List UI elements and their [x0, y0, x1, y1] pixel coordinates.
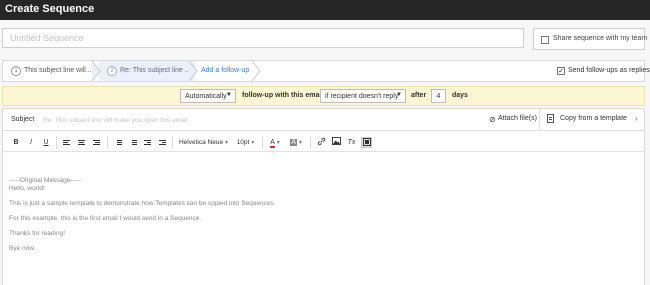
- align-center-icon: [78, 140, 85, 146]
- followup-condition-select[interactable]: if recipient doesn't reply ▼: [320, 89, 406, 103]
- font-size-value: 10pt: [236, 139, 250, 146]
- outdent-icon: [144, 140, 151, 146]
- copy-from-template-button[interactable]: Copy from a template ›: [539, 109, 644, 130]
- document-icon: [547, 114, 554, 123]
- body-line: Thanks for reading!: [9, 230, 66, 237]
- align-right-button[interactable]: [91, 137, 102, 148]
- numbered-list-icon: [114, 140, 122, 146]
- body-line: For this example, this is the first emai…: [9, 215, 202, 222]
- highlight-icon: A: [290, 139, 297, 146]
- align-right-icon: [93, 140, 100, 146]
- top-bar: Create Sequence: [0, 0, 650, 20]
- window-title: Create Sequence: [5, 3, 95, 15]
- send-as-replies-label: Send follow-ups as replies: [568, 67, 650, 74]
- align-left-icon: [63, 140, 70, 146]
- insert-image-button[interactable]: [331, 137, 342, 148]
- font-family-value: Helvetica Neue: [178, 139, 224, 146]
- indent-button[interactable]: [157, 137, 168, 148]
- font-family-select[interactable]: Helvetica Neue▼: [178, 137, 230, 148]
- clear-formatting-button[interactable]: Tx: [346, 137, 357, 148]
- copy-from-template-label: Copy from a template: [560, 115, 627, 122]
- send-as-replies-checkbox[interactable]: ✓: [557, 67, 565, 75]
- source-code-icon: [362, 138, 371, 146]
- toolbar-divider: [172, 136, 173, 149]
- step-2-tab[interactable]: 2 Re: This subject line ...: [99, 61, 195, 81]
- bulleted-list-button[interactable]: [127, 137, 138, 148]
- sequence-steps-bar: 1 This subject line will... 2 Re: This s…: [2, 60, 650, 82]
- toolbar-divider: [310, 136, 311, 149]
- numbered-list-button[interactable]: [112, 137, 123, 148]
- step-divider-icon: [92, 61, 101, 81]
- attach-files-label: Attach file(s): [498, 115, 537, 122]
- font-size-select[interactable]: 10pt▼: [235, 137, 257, 148]
- clear-formatting-icon: Tx: [347, 139, 356, 146]
- text-color-icon: A: [270, 139, 275, 148]
- step-number: 1: [11, 66, 21, 76]
- step-1-tab[interactable]: 1 This subject line will...: [3, 61, 99, 81]
- link-icon: [317, 137, 326, 146]
- share-sequence-toggle[interactable]: Share sequence with my team: [533, 28, 648, 50]
- caret-down-icon: ▼: [275, 140, 281, 146]
- days-input[interactable]: [431, 89, 446, 103]
- chevron-right-icon: ›: [635, 114, 638, 123]
- align-left-button[interactable]: [61, 137, 72, 148]
- formatting-toolbar: B I U Helvetica Neue▼ 10pt▼ A▼ A ▼ Tx: [3, 133, 644, 152]
- original-message-header: -----Original Message-----: [9, 177, 82, 184]
- subject-label: Subject: [11, 116, 35, 123]
- image-icon: [332, 137, 341, 145]
- step-label: Re: This subject line ...: [120, 67, 191, 74]
- outdent-button[interactable]: [142, 137, 153, 148]
- followup-mode-value: Automatically: [185, 93, 227, 100]
- caret-down-icon: ▼: [224, 140, 230, 146]
- italic-button[interactable]: I: [26, 137, 36, 148]
- highlight-color-button[interactable]: A ▼: [288, 137, 305, 148]
- after-label: after: [411, 92, 427, 99]
- bulleted-list-icon: [129, 140, 137, 146]
- indent-icon: [159, 140, 166, 146]
- message-body[interactable]: -----Original Message----- Hello, world!…: [9, 177, 276, 253]
- caret-down-icon: ▼: [250, 140, 256, 146]
- body-line: Bye now.: [9, 245, 36, 252]
- underline-button[interactable]: U: [41, 137, 51, 148]
- subject-row: Subject ⊘ Attach file(s) Copy from a tem…: [3, 109, 644, 131]
- followup-condition-value: if recipient doesn't reply: [325, 93, 399, 100]
- align-center-button[interactable]: [76, 137, 87, 148]
- text-color-button[interactable]: A▼: [267, 137, 284, 148]
- share-checkbox[interactable]: [541, 36, 549, 44]
- days-label: days: [452, 92, 468, 99]
- step-label: This subject line will...: [24, 67, 92, 74]
- step-divider-icon: [252, 61, 261, 81]
- view-source-button[interactable]: [361, 137, 372, 148]
- email-compose-panel: Subject ⊘ Attach file(s) Copy from a tem…: [2, 108, 645, 285]
- insert-link-button[interactable]: [316, 137, 327, 148]
- share-label: Share sequence with my team: [553, 35, 648, 42]
- body-line: This is just a sample template to demons…: [9, 200, 276, 207]
- caret-down-icon: ▼: [396, 92, 402, 98]
- followup-rule-bar: Automatically ▼ follow-up with this emai…: [2, 86, 645, 106]
- step-divider-icon: [189, 61, 198, 81]
- caret-down-icon: ▼: [297, 140, 303, 146]
- bold-button[interactable]: B: [11, 137, 21, 148]
- toolbar-divider: [107, 136, 108, 149]
- toolbar-divider: [262, 136, 263, 149]
- toolbar-divider: [56, 136, 57, 149]
- paperclip-icon: ⊘: [489, 115, 496, 124]
- followup-text: follow-up with this email: [242, 92, 324, 99]
- body-line: Hello, world!: [9, 185, 45, 192]
- step-number: 2: [107, 66, 117, 76]
- followup-mode-select[interactable]: Automatically ▼: [180, 89, 236, 103]
- sequence-name-input[interactable]: [2, 28, 524, 48]
- add-followup-link[interactable]: Add a follow-up: [201, 67, 249, 74]
- caret-down-icon: ▼: [226, 92, 232, 98]
- subject-input[interactable]: [43, 113, 483, 127]
